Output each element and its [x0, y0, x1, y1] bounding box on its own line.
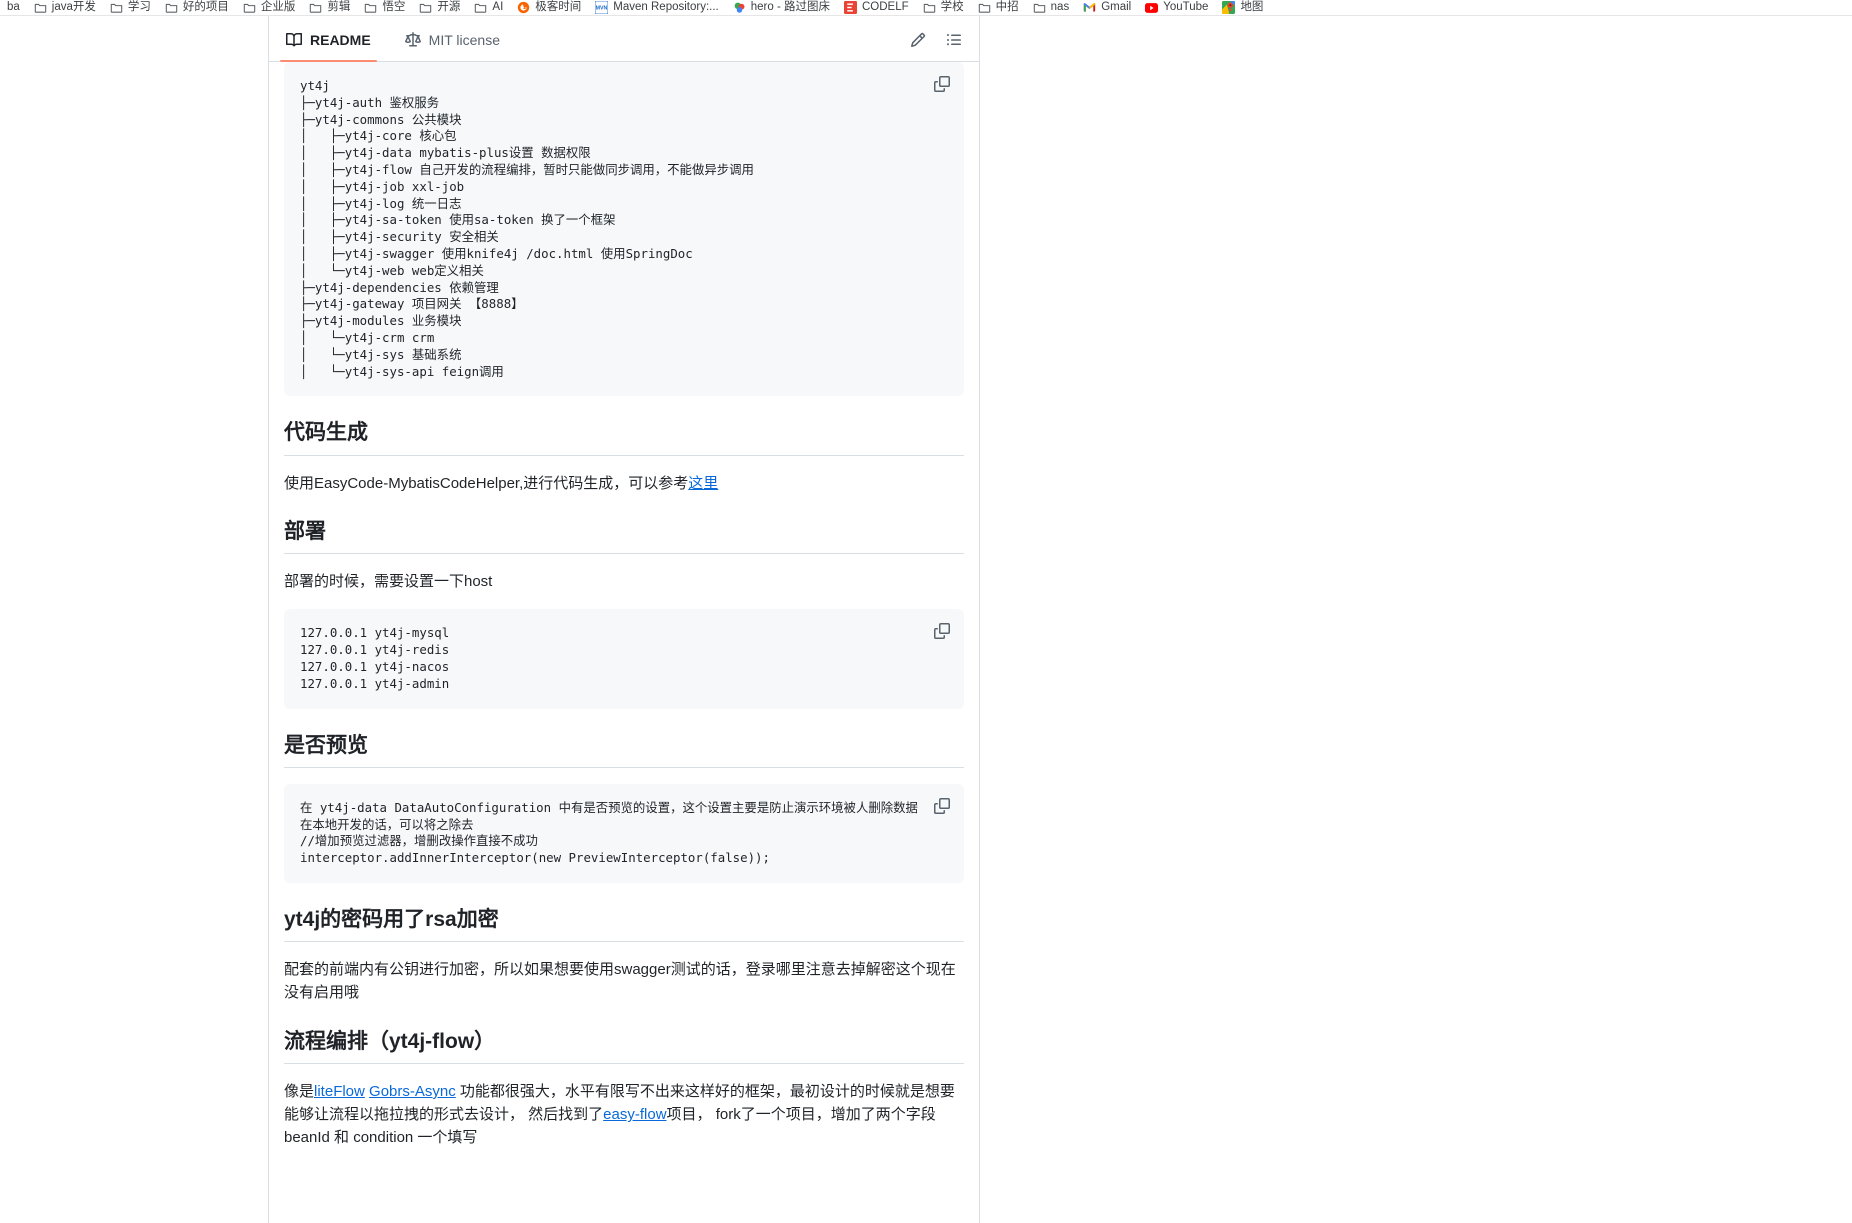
folder-icon — [309, 1, 322, 14]
maps-icon — [1222, 1, 1236, 14]
bookmark-item[interactable]: 极客时间 — [510, 0, 588, 15]
copy-icon[interactable] — [928, 792, 956, 820]
bookmark-label: java开发 — [51, 0, 96, 13]
bookmark-label: CODELF — [862, 0, 909, 13]
bookmark-label: Maven Repository:... — [613, 0, 719, 13]
bookmark-label: 开源 — [437, 0, 461, 13]
section-heading-preview: 是否预览 — [284, 733, 964, 768]
bookmark-label: YouTube — [1163, 0, 1209, 13]
bookmark-label: 地图 — [1240, 0, 1264, 13]
bookmark-label: nas — [1050, 0, 1070, 13]
section-heading-deploy: 部署 — [284, 519, 964, 555]
folder-icon — [243, 1, 256, 14]
tab-readme-label: README — [310, 32, 371, 48]
github-repo-page: README MIT license yt4j ├─yt4j-auth 鉴权服务… — [0, 16, 1852, 1223]
code-block-hosts: 127.0.0.1 yt4j-mysql 127.0.0.1 yt4j-redi… — [284, 609, 964, 709]
bookmark-label: 学习 — [127, 0, 151, 13]
bookmark-item[interactable]: 开源 — [412, 0, 467, 15]
section-heading-code-generation: 代码生成 — [284, 420, 964, 456]
hosts-code: 127.0.0.1 yt4j-mysql 127.0.0.1 yt4j-redi… — [300, 625, 450, 691]
bookmark-label: 企业版 — [260, 0, 296, 13]
bookmark-label: 悟空 — [382, 0, 406, 13]
bookmark-label: Gmail — [1101, 0, 1132, 13]
folder-icon — [1033, 1, 1046, 14]
geekbang-icon — [517, 1, 530, 14]
bookmark-label: hero - 路过图床 — [750, 0, 830, 13]
hero-icon — [733, 1, 746, 14]
bookmark-item[interactable]: hero - 路过图床 — [726, 0, 837, 15]
folder-icon — [165, 1, 178, 14]
bookmark-label: 中招 — [995, 0, 1019, 13]
readme-tabstrip: README MIT license — [268, 16, 980, 62]
book-icon — [286, 32, 302, 48]
bookmark-item[interactable]: 悟空 — [357, 0, 412, 15]
folder-icon — [364, 1, 377, 14]
tab-mit-license-label: MIT license — [428, 32, 500, 48]
browser-bookmarks-bar: ba java开发 学习 好的项目 企业版 剪辑 悟空 开源 AI 极客时间 MVN Maven Re… — [0, 0, 1852, 16]
bookmark-item[interactable]: ba — [0, 0, 27, 15]
code-block-preview: 在 yt4j-data DataAutoConfiguration 中有是否预览… — [284, 783, 964, 883]
bookmark-label: 学校 — [940, 0, 964, 13]
bookmark-item[interactable]: 地图 — [1215, 0, 1270, 15]
bookmark-item[interactable]: 剪辑 — [302, 0, 357, 15]
bookmark-label: 剪辑 — [327, 0, 351, 13]
section-heading-flow: 流程编排（yt4j-flow） — [284, 1029, 964, 1064]
paragraph-code-generation: 使用EasyCode-MybatisCodeHelper,进行代码生成，可以参考… — [284, 472, 964, 495]
link-here[interactable]: 这里 — [688, 475, 718, 492]
readme-inner: yt4j ├─yt4j-auth 鉴权服务 ├─yt4j-commons 公共模… — [268, 62, 980, 1150]
paragraph-flow: 像是liteFlow Gobrs-Async 功能都很强大，水平有限写不出来这样… — [284, 1080, 964, 1150]
tab-readme[interactable]: README — [272, 30, 385, 62]
preview-code: 在 yt4j-data DataAutoConfiguration 中有是否预览… — [300, 799, 918, 866]
bookmark-item[interactable]: AI — [467, 0, 510, 15]
codelf-icon — [844, 1, 857, 14]
readme-body: yt4j ├─yt4j-auth 鉴权服务 ├─yt4j-commons 公共模… — [268, 62, 980, 1150]
scale-icon — [404, 32, 421, 48]
folder-icon — [419, 1, 432, 14]
flow-text-lead: 像是 — [284, 1082, 315, 1100]
link-liteflow[interactable]: liteFlow — [314, 1083, 365, 1100]
link-easy-flow[interactable]: easy-flow — [603, 1106, 666, 1123]
list-icon[interactable] — [944, 30, 964, 50]
project-tree-code: yt4j ├─yt4j-auth 鉴权服务 ├─yt4j-commons 公共模… — [300, 78, 754, 379]
folder-icon — [110, 1, 123, 14]
paragraph-code-generation-text: 使用EasyCode-MybatisCodeHelper,进行代码生成，可以参考 — [284, 474, 689, 492]
tab-mit-license[interactable]: MIT license — [391, 30, 514, 61]
svg-text:MVN: MVN — [596, 5, 608, 11]
bookmark-label: 极客时间 — [535, 0, 582, 13]
bookmark-item[interactable]: 学习 — [103, 0, 158, 15]
folder-icon — [923, 1, 936, 14]
readme-column: README MIT license yt4j ├─yt4j-auth 鉴权服务… — [268, 16, 980, 1223]
folder-icon — [474, 1, 487, 14]
bookmark-item[interactable]: 企业版 — [236, 0, 303, 15]
link-gobrs-async[interactable]: Gobrs-Async — [369, 1083, 456, 1100]
bookmark-item[interactable]: 学校 — [916, 0, 971, 15]
bookmark-label: ba — [7, 0, 20, 13]
maven-icon: MVN — [595, 1, 609, 14]
copy-icon[interactable] — [928, 617, 956, 645]
readme-tab-actions — [908, 30, 980, 60]
bookmark-item[interactable]: nas — [1026, 0, 1077, 15]
bookmark-item[interactable]: 中招 — [971, 0, 1026, 15]
code-block-project-tree: yt4j ├─yt4j-auth 鉴权服务 ├─yt4j-commons 公共模… — [284, 62, 964, 397]
bookmark-item[interactable]: 好的项目 — [158, 0, 236, 15]
bookmark-item[interactable]: MVN Maven Repository:... — [588, 0, 725, 15]
bookmark-item[interactable]: CODELF — [837, 0, 916, 15]
bookmark-item[interactable]: YouTube — [1138, 0, 1215, 15]
youtube-icon — [1145, 1, 1159, 14]
section-heading-rsa: yt4j的密码用了rsa加密 — [284, 907, 964, 943]
paragraph-deploy: 部署的时候，需要设置一下host — [284, 573, 493, 591]
bookmark-label: AI — [492, 0, 504, 13]
pencil-icon[interactable] — [908, 30, 928, 50]
bookmark-item[interactable]: Gmail — [1076, 0, 1138, 15]
folder-icon — [978, 1, 991, 14]
paragraph-rsa: 配套的前端内有公钥进行加密，所以如果想要使用swagger测试的话，登录哪里注意… — [284, 961, 956, 1002]
bookmark-label: 好的项目 — [182, 0, 229, 13]
bookmark-item[interactable]: java开发 — [27, 0, 103, 15]
readme-tabs: README MIT license — [268, 30, 514, 62]
gmail-icon — [1083, 1, 1096, 14]
folder-icon — [34, 1, 47, 14]
copy-icon[interactable] — [928, 70, 956, 98]
